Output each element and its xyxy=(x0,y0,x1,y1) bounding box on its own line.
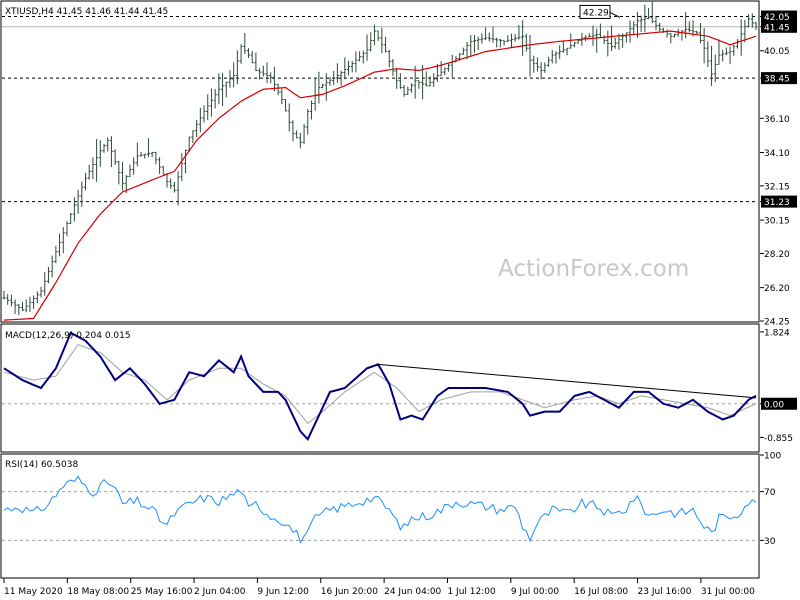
price-axis-tick-label-3: 38.45 xyxy=(764,75,790,85)
macd-axis-tick-label-0: 1.824 xyxy=(764,328,790,338)
x-tick-label-7: 1 Jul 12:00 xyxy=(447,587,496,597)
x-tick-label-6: 24 Jun 04:00 xyxy=(384,587,441,597)
macd-pane-title: MACD(12,26,9) 0.204 0.015 xyxy=(5,331,131,341)
rsi-pane: 100 70 30 xyxy=(2,452,781,547)
rsi-pane-frame xyxy=(0,453,760,579)
macd-pane: 1.824 0.00 -0.855 xyxy=(2,328,797,444)
rsi-axis-tick-label-2: 30 xyxy=(764,537,776,547)
rsi-pane-title: RSI(14) 60.5038 xyxy=(5,460,78,470)
macd-axis-tick-label-1: 0.00 xyxy=(764,400,784,410)
rsi-axis-tick-label-1: 70 xyxy=(764,488,776,498)
x-tick-label-5: 16 Jun 20:00 xyxy=(321,587,378,597)
chart-canvas: 42.29 42.0541.4540.0538.4536.1034.1032.15… xyxy=(0,0,797,597)
x-tick-label-8: 9 Jul 00:00 xyxy=(511,587,560,597)
watermark: ActionForex.com xyxy=(498,256,689,282)
x-axis: 11 May 2020 18 May 08:00 25 May 16:00 2 Jun… xyxy=(3,578,755,597)
price-pane-title: XTIUSD,H4 41.45 41.46 41.44 41.45 xyxy=(5,7,168,17)
price-axis-tick-label-4: 36.10 xyxy=(764,115,790,125)
price-axis-tick-label-10: 26.20 xyxy=(764,284,790,294)
macd-trendline xyxy=(378,363,757,399)
x-tick-label-10: 23 Jul 16:00 xyxy=(638,587,692,597)
price-axis-tick-label-8: 30.15 xyxy=(764,217,790,227)
price-axis-tick-label-5: 34.10 xyxy=(764,149,790,159)
x-tick-label-11: 31 Jul 00:00 xyxy=(701,587,755,597)
x-tick-label-9: 16 Jul 08:00 xyxy=(574,587,628,597)
price-axis-tick-label-6: 32.15 xyxy=(764,182,790,192)
price-axis-tick-label-7: 31.23 xyxy=(764,198,790,208)
annotation-label: 42.29 xyxy=(583,8,609,18)
price-axis-tick-label-1: 41.45 xyxy=(764,23,790,33)
rsi-axis-tick-label-0: 100 xyxy=(764,452,781,462)
macd-axis-tick-label-2: -0.855 xyxy=(764,434,793,444)
macd-signal-line xyxy=(3,344,757,425)
x-tick-label-4: 9 Jun 12:00 xyxy=(257,587,309,597)
x-tick-label-2: 25 May 16:00 xyxy=(131,587,193,597)
macd-main-line xyxy=(3,331,757,441)
x-tick-label-3: 2 Jun 04:00 xyxy=(194,587,246,597)
x-tick-label-1: 18 May 08:00 xyxy=(67,587,129,597)
price-axis-tick-label-11: 24.25 xyxy=(764,318,790,328)
price-axis-tick-label-2: 40.05 xyxy=(764,47,790,57)
x-tick-label-0: 11 May 2020 xyxy=(4,587,63,597)
rsi-line xyxy=(3,475,757,544)
price-axis-tick-label-9: 28.20 xyxy=(764,250,790,260)
